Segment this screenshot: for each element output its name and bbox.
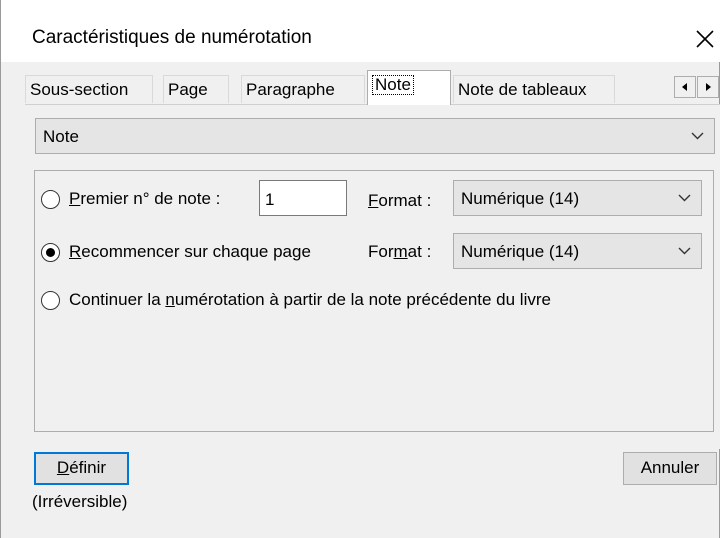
chevron-down-icon [678, 247, 691, 255]
close-button[interactable] [687, 22, 720, 56]
first-number-input[interactable] [259, 180, 347, 216]
tab-note-label: Note [372, 75, 414, 95]
tab-note-de-tableaux[interactable]: Note de tableaux [453, 75, 615, 103]
tab-strip: Sous-section Page Paragraphe Note Note d… [1, 70, 720, 105]
first-number-radio[interactable] [41, 190, 60, 209]
type-select[interactable]: Note [35, 118, 715, 154]
chevron-down-icon [691, 132, 704, 140]
type-select-value: Note [43, 127, 79, 146]
tab-scroll-left-button[interactable] [674, 76, 696, 98]
tab-scroll-right-button[interactable] [697, 76, 719, 98]
cancel-button[interactable]: Annuler [623, 452, 717, 485]
tab-paragraphe[interactable]: Paragraphe [241, 75, 365, 103]
irreversible-note: (Irréversible) [32, 492, 128, 511]
format-label-1: Format : [368, 191, 432, 210]
window-title: Caractéristiques de numérotation [32, 27, 312, 48]
continue-numbering-radio[interactable] [41, 291, 60, 310]
close-icon [696, 30, 714, 48]
numbering-dialog: Caractéristiques de numérotation Sous-se… [0, 0, 720, 538]
scroll-left-icon [682, 83, 687, 91]
format-select-1[interactable]: Numérique (14) [453, 180, 702, 216]
tab-note[interactable]: Note [367, 70, 451, 105]
continue-numbering-label[interactable]: Continuer la numérotation à partir de la… [69, 290, 551, 310]
restart-each-page-radio[interactable] [41, 243, 60, 262]
first-number-label[interactable]: Premier n° de note : [69, 189, 220, 209]
format-label-2: Format : [368, 242, 432, 261]
title-bar: Caractéristiques de numérotation [1, 0, 720, 62]
format-select-2[interactable]: Numérique (14) [453, 233, 702, 269]
tab-scroll-buttons [672, 76, 720, 100]
scroll-right-icon [706, 83, 711, 91]
format-select-1-value: Numérique (14) [461, 189, 580, 208]
tab-page[interactable]: Page [163, 75, 229, 103]
restart-each-page-label[interactable]: Recommencer sur chaque page [69, 242, 311, 262]
format-select-2-value: Numérique (14) [461, 242, 580, 261]
chevron-down-icon [678, 194, 691, 202]
tab-sous-section[interactable]: Sous-section [25, 75, 153, 103]
define-button[interactable]: Définir [34, 452, 129, 485]
